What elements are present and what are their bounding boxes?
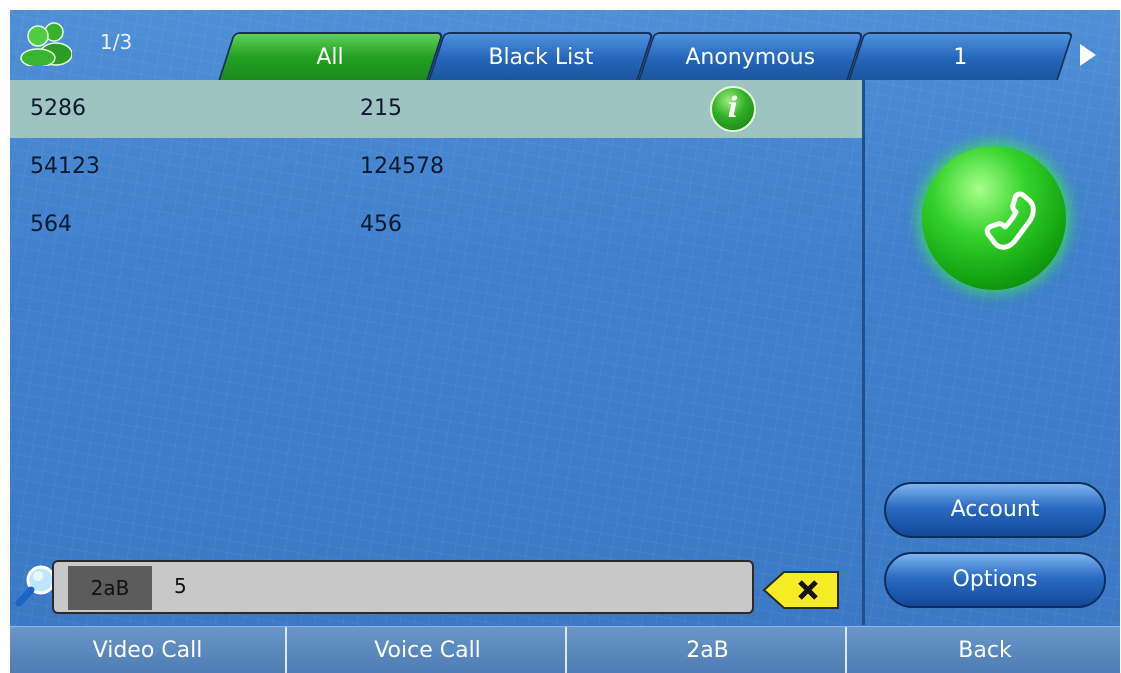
- top-bar: 1/3 All Black List Anonymous 1: [10, 10, 1120, 80]
- back-softkey[interactable]: Back: [850, 627, 1120, 673]
- phone-handset-icon: [984, 191, 1036, 250]
- page-indicator: 1/3: [100, 30, 133, 54]
- tab-anonymous[interactable]: Anonymous: [638, 32, 864, 80]
- contacts-icon: [20, 20, 73, 68]
- info-icon[interactable]: i: [710, 86, 756, 132]
- tab-black-list-label: Black List: [487, 45, 593, 70]
- list-item-name: 5286: [30, 96, 86, 121]
- tab-all[interactable]: All: [218, 32, 444, 80]
- panel-divider: [862, 80, 865, 625]
- voice-call-softkey[interactable]: Voice Call: [290, 627, 567, 673]
- account-button[interactable]: Account: [884, 482, 1106, 538]
- options-button[interactable]: Options: [884, 552, 1106, 608]
- list-item-name: 564: [30, 212, 72, 237]
- next-arrow-icon[interactable]: [1080, 44, 1096, 66]
- list-item[interactable]: 5286 215 i: [10, 80, 862, 138]
- search-value: 5: [174, 574, 187, 598]
- tab-1[interactable]: 1: [848, 32, 1074, 80]
- input-mode-badge[interactable]: 2aB: [68, 566, 152, 610]
- call-button[interactable]: [922, 146, 1066, 290]
- tab-1-label: 1: [953, 45, 968, 70]
- phone-screen: 1/3 All Black List Anonymous 1 5286 215 …: [10, 10, 1120, 673]
- list-item-number: 215: [360, 96, 402, 121]
- tab-anonymous-label: Anonymous: [685, 45, 816, 70]
- softkey-bar: Video Call Voice Call 2aB Back: [10, 626, 1120, 673]
- list-item-number: 124578: [360, 154, 444, 179]
- list-item[interactable]: 564 456: [10, 196, 862, 254]
- clear-input-icon[interactable]: [762, 570, 842, 610]
- search-input[interactable]: 2aB 5: [52, 560, 754, 614]
- contact-list: 5286 215 i 54123 124578 564 456: [10, 80, 862, 254]
- list-item[interactable]: 54123 124578: [10, 138, 862, 196]
- tab-bar: All Black List Anonymous 1: [210, 32, 1074, 80]
- list-item-name: 54123: [30, 154, 100, 179]
- video-call-softkey[interactable]: Video Call: [10, 627, 287, 673]
- tab-all-label: All: [316, 45, 344, 70]
- tab-black-list[interactable]: Black List: [428, 32, 654, 80]
- input-mode-softkey[interactable]: 2aB: [570, 627, 847, 673]
- list-item-number: 456: [360, 212, 402, 237]
